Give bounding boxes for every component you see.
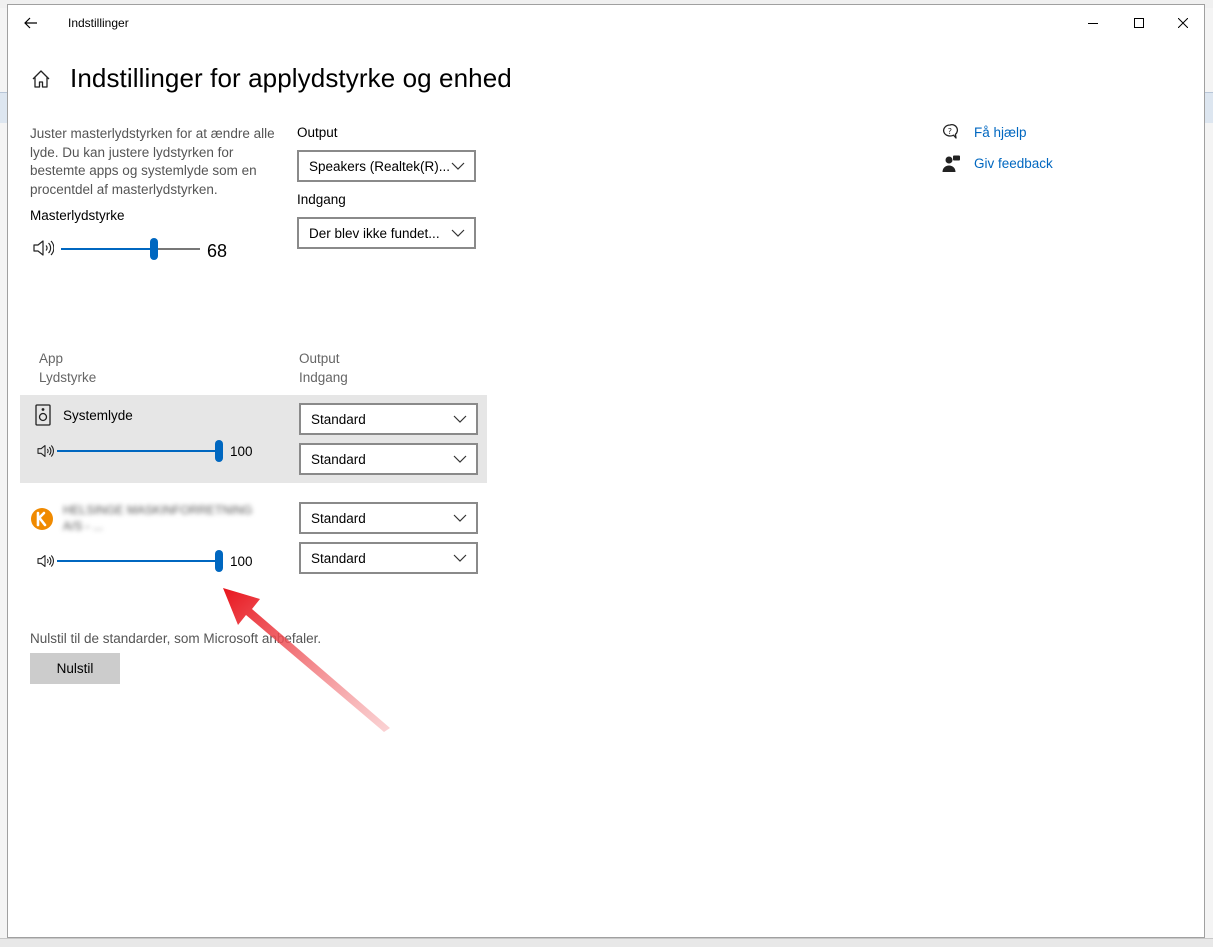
app-output-dropdown[interactable]: Standard bbox=[299, 403, 478, 435]
column-header-input: Indgang bbox=[299, 370, 348, 385]
slider-fill bbox=[61, 248, 154, 250]
page-title: Indstillinger for applydstyrke og enhed bbox=[70, 63, 512, 93]
chevron-down-icon bbox=[451, 229, 465, 237]
column-header-app: App bbox=[39, 351, 64, 366]
maximize-icon bbox=[1134, 18, 1144, 28]
slider-fill bbox=[57, 560, 219, 562]
background-ribbon-right bbox=[1205, 92, 1213, 123]
app-volume-value: 100 bbox=[230, 554, 253, 569]
input-device-dropdown[interactable]: Der blev ikke fundet... bbox=[297, 217, 476, 249]
minimize-button[interactable] bbox=[1070, 5, 1116, 41]
chevron-down-icon bbox=[453, 554, 467, 562]
master-volume-label: Masterlydstyrke bbox=[30, 208, 125, 223]
app-output-value: Standard bbox=[311, 411, 366, 427]
input-label: Indgang bbox=[297, 192, 346, 207]
column-header-output: Output bbox=[299, 351, 340, 366]
get-help-link[interactable]: Få hjælp bbox=[974, 125, 1027, 140]
chevron-down-icon bbox=[453, 415, 467, 423]
app-volume-slider[interactable] bbox=[57, 440, 223, 462]
master-volume-value: 68 bbox=[207, 241, 228, 261]
app-input-dropdown[interactable]: Standard bbox=[299, 542, 478, 574]
speaker-icon[interactable] bbox=[36, 554, 54, 568]
feedback-person-icon bbox=[942, 155, 960, 172]
app-volume-slider[interactable] bbox=[57, 550, 223, 572]
arrow-left-icon bbox=[24, 17, 37, 29]
app-logo-icon bbox=[31, 508, 53, 530]
title-bar: Indstillinger bbox=[8, 5, 1204, 41]
close-icon bbox=[1178, 18, 1188, 28]
home-icon[interactable] bbox=[30, 68, 52, 90]
settings-window: Indstillinger Indstillinger for applydst… bbox=[7, 4, 1205, 938]
slider-thumb[interactable] bbox=[215, 550, 223, 572]
annotation-arrow-icon bbox=[223, 588, 390, 732]
column-header-volume: Lydstyrke bbox=[39, 370, 97, 385]
output-device-dropdown[interactable]: Speakers (Realtek(R)... bbox=[297, 150, 476, 182]
chevron-down-icon bbox=[451, 162, 465, 170]
chevron-down-icon bbox=[453, 455, 467, 463]
master-description: Juster masterlydstyrken for at ændre all… bbox=[30, 126, 275, 197]
svg-text:?: ? bbox=[948, 127, 952, 136]
app-volume-value: 100 bbox=[230, 444, 253, 459]
minimize-icon bbox=[1088, 23, 1098, 24]
slider-fill bbox=[57, 450, 219, 452]
slider-thumb[interactable] bbox=[150, 238, 158, 260]
app-name: HELSINGE MASKINFORRETNING A/S - ... bbox=[63, 503, 253, 533]
app-output-value: Standard bbox=[311, 510, 366, 526]
close-button[interactable] bbox=[1160, 5, 1206, 41]
app-input-value: Standard bbox=[311, 451, 366, 467]
master-volume-slider[interactable] bbox=[61, 238, 200, 260]
help-chat-icon: ? bbox=[942, 124, 958, 139]
maximize-button[interactable] bbox=[1116, 5, 1162, 41]
window-title: Indstillinger bbox=[68, 16, 129, 30]
app-input-dropdown[interactable]: Standard bbox=[299, 443, 478, 475]
back-button[interactable] bbox=[18, 11, 44, 35]
app-name: Systemlyde bbox=[63, 408, 133, 423]
feedback-link[interactable]: Giv feedback bbox=[974, 156, 1053, 171]
slider-thumb[interactable] bbox=[215, 440, 223, 462]
output-label: Output bbox=[297, 125, 338, 140]
reset-button[interactable]: Nulstil bbox=[30, 653, 120, 684]
input-device-value: Der blev ikke fundet... bbox=[309, 225, 440, 241]
speaker-icon[interactable] bbox=[36, 444, 54, 458]
output-device-value: Speakers (Realtek(R)... bbox=[309, 158, 451, 174]
system-sounds-speaker-icon bbox=[35, 404, 51, 426]
chevron-down-icon bbox=[453, 514, 467, 522]
app-output-dropdown[interactable]: Standard bbox=[299, 502, 478, 534]
speaker-icon[interactable] bbox=[32, 239, 54, 257]
app-input-value: Standard bbox=[311, 550, 366, 566]
